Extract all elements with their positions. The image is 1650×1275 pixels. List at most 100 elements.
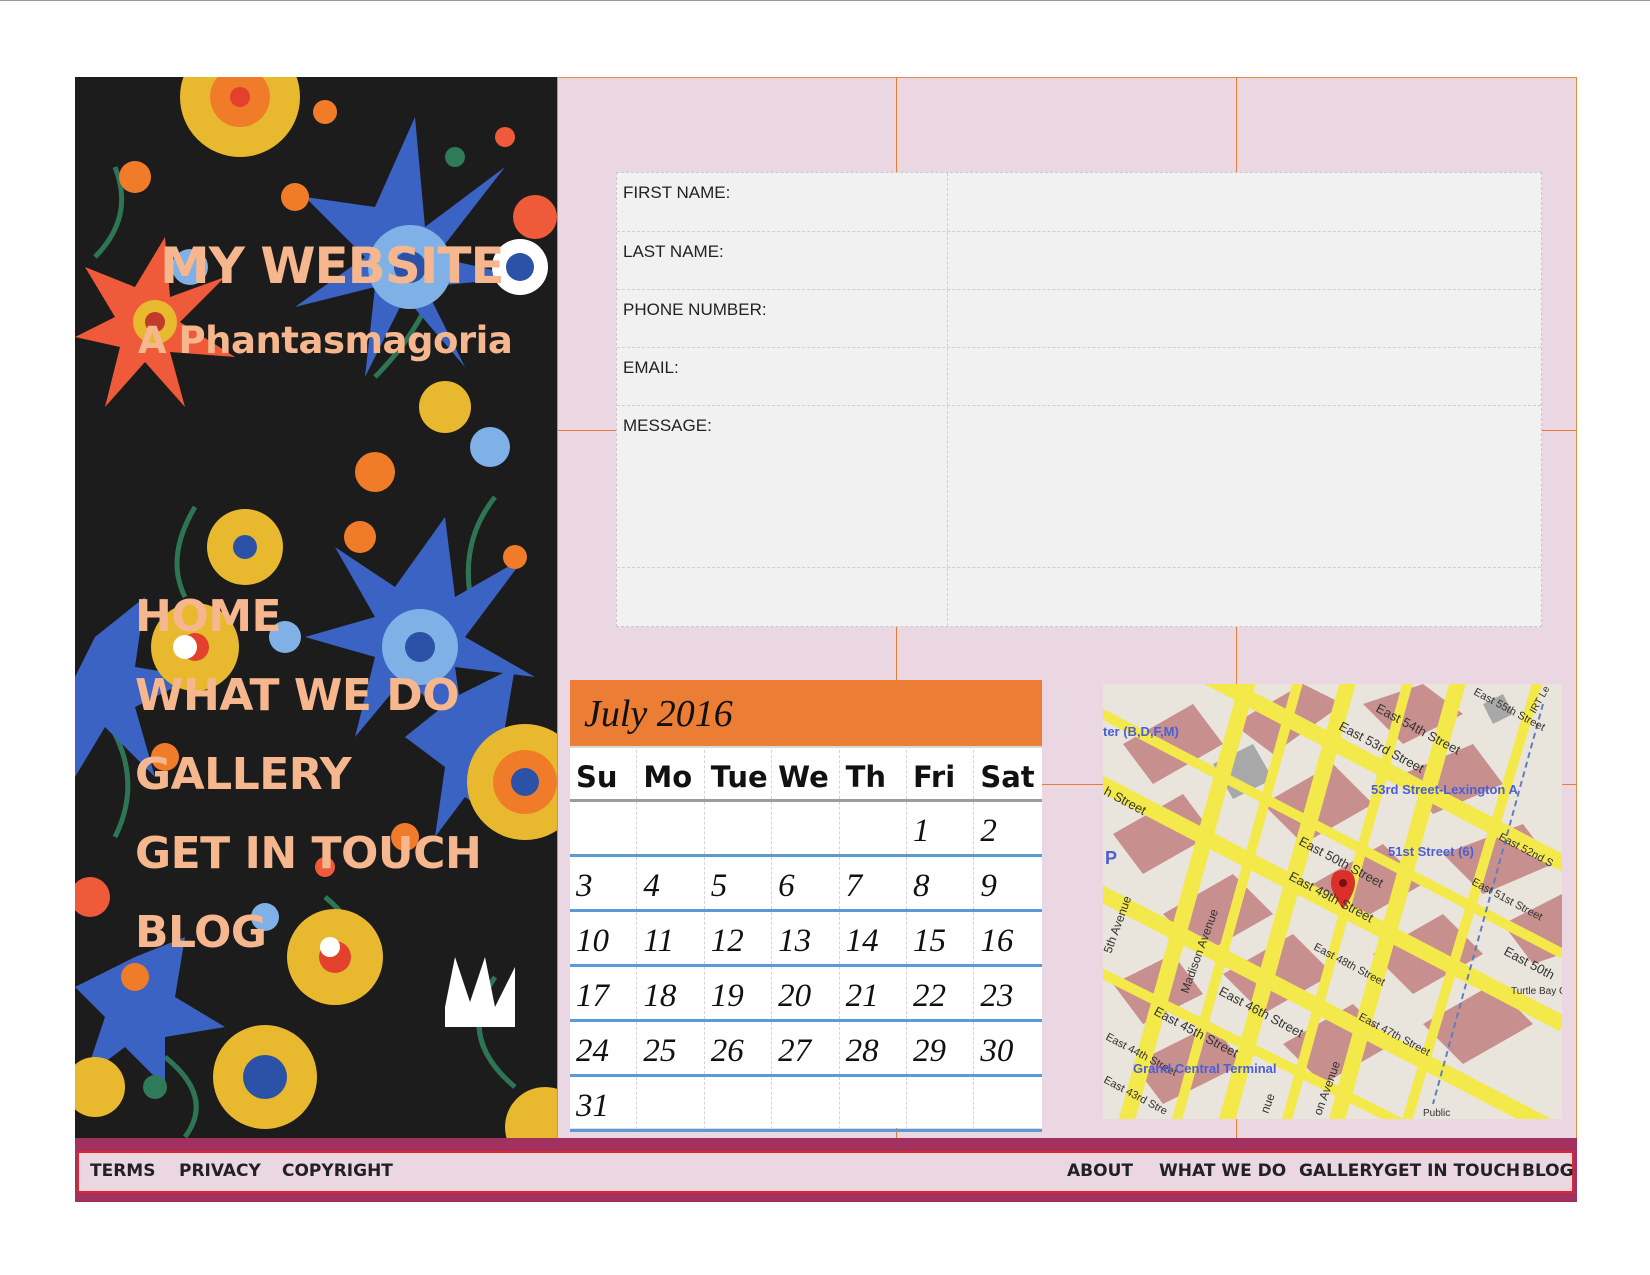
weekday-label: Th (840, 750, 907, 799)
message-field[interactable] (949, 407, 1540, 566)
page: MY WEBSITE A Phantasmagoria HOME WHAT WE… (0, 0, 1650, 1275)
nav-item-what-we-do[interactable]: WHAT WE DO (135, 656, 481, 735)
calendar-day-cell[interactable]: 3 (570, 857, 638, 909)
calendar-day-cell[interactable]: 18 (637, 967, 705, 1019)
calendar-header: July 2016 (570, 680, 1042, 748)
calendar-day-cell[interactable]: 14 (840, 912, 907, 964)
site-subtitle: A Phantasmagoria (138, 319, 513, 362)
calendar-day-cell[interactable]: 11 (637, 912, 705, 964)
calendar-day-cell[interactable]: 13 (772, 912, 840, 964)
calendar-day-cell[interactable]: 31 (570, 1077, 638, 1129)
map-transit-label: 51st Street (6) (1388, 844, 1474, 859)
guide-line (1562, 784, 1577, 785)
calendar-day-cell[interactable]: 12 (705, 912, 773, 964)
calendar-day-cell[interactable]: 25 (637, 1022, 705, 1074)
form-row-last-name: LAST NAME: (617, 232, 1541, 290)
calendar-day-cell[interactable]: 28 (840, 1022, 907, 1074)
calendar-day-cell (637, 1077, 705, 1129)
calendar-day-cell[interactable]: 4 (637, 857, 705, 909)
map-transit-label: Grand Central Terminal (1133, 1061, 1277, 1076)
calendar-day-cell[interactable]: 20 (772, 967, 840, 1019)
footer-link-what-we-do[interactable]: WHAT WE DO (1159, 1161, 1286, 1181)
calendar-week-row: 17 18 19 20 21 22 23 (570, 967, 1042, 1022)
calendar-day-cell (772, 1077, 840, 1129)
form-row-email: EMAIL: (617, 348, 1541, 406)
guide-line (1236, 77, 1237, 172)
weekday-label: Fri (907, 750, 975, 799)
weekday-label: We (772, 750, 840, 799)
nav-item-blog[interactable]: BLOG (135, 893, 481, 972)
calendar-day-cell[interactable]: 6 (772, 857, 840, 909)
calendar-day-cell[interactable]: 9 (974, 857, 1041, 909)
calendar-grid: Su Mo Tue We Th Fri Sat 1 2 3 4 5 6 7 8 9 10 11 12 1… (570, 750, 1042, 1132)
footer-link-terms[interactable]: TERMS (90, 1161, 155, 1181)
calendar-weekday-row: Su Mo Tue We Th Fri Sat (570, 750, 1042, 802)
guide-line (1042, 784, 1103, 785)
footer-link-gallery[interactable]: GALLERY (1299, 1161, 1384, 1181)
calendar-day-cell[interactable]: 1 (907, 802, 975, 854)
calendar-day-cell[interactable]: 26 (705, 1022, 773, 1074)
parking-icon: P (1105, 848, 1117, 868)
first-name-field[interactable] (949, 174, 1540, 230)
form-column-separator (947, 232, 948, 289)
footer-link-copyright[interactable]: COPYRIGHT (282, 1161, 393, 1181)
calendar-day-cell[interactable]: 2 (974, 802, 1041, 854)
form-column-separator (947, 348, 948, 405)
calendar-day-cell[interactable]: 10 (570, 912, 638, 964)
calendar-day-cell[interactable]: 30 (974, 1022, 1041, 1074)
calendar-day-cell (840, 802, 907, 854)
calendar-day-cell[interactable]: 27 (772, 1022, 840, 1074)
map-canvas: East 54th Street East 55th Street East 5… (1103, 684, 1562, 1119)
nav-item-home[interactable]: HOME (135, 577, 481, 656)
calendar-week-row: 12 (570, 802, 1042, 857)
calendar-day-cell[interactable]: 29 (907, 1022, 975, 1074)
calendar-day-cell[interactable]: 22 (907, 967, 975, 1019)
calendar-week-row: 24 25 26 27 28 29 30 (570, 1022, 1042, 1077)
guide-line (896, 627, 897, 680)
guide-line (896, 77, 897, 172)
email-label: EMAIL: (623, 358, 679, 377)
guide-line (557, 430, 616, 431)
email-field[interactable] (949, 349, 1540, 404)
form-column-separator (947, 173, 948, 231)
guide-line (1542, 430, 1577, 431)
map-label: Turtle Bay Gardens Historic District (1511, 986, 1562, 997)
calendar-day-cell[interactable]: 5 (705, 857, 773, 909)
nav-item-get-in-touch[interactable]: GET IN TOUCH (135, 814, 482, 893)
last-name-label: LAST NAME: (623, 242, 724, 261)
calendar-day-cell (840, 1077, 907, 1129)
calendar-month-title: July 2016 (584, 693, 733, 735)
phone-field[interactable] (949, 291, 1540, 346)
weekday-label: Sat (980, 760, 1035, 794)
calendar-day-cell[interactable]: 23 (974, 967, 1041, 1019)
weekday-label: Su (570, 750, 638, 799)
calendar-day-cell[interactable]: 15 (907, 912, 975, 964)
footer-link-about[interactable]: ABOUT (1067, 1161, 1133, 1181)
form-column-separator (947, 568, 948, 626)
calendar-day-cell[interactable]: 8 (907, 857, 975, 909)
calendar-day-cell (570, 802, 638, 854)
calendar-week-row: 31 (570, 1077, 1042, 1132)
location-map[interactable]: East 54th Street East 55th Street East 5… (1103, 684, 1562, 1119)
footer-link-blog[interactable]: BLOG (1522, 1161, 1574, 1181)
weekday-label: Tue (705, 750, 773, 799)
calendar-day-cell[interactable]: 16 (974, 912, 1041, 964)
calendar-day-cell[interactable]: 24 (570, 1022, 638, 1074)
calendar-day-cell[interactable]: 7 (840, 857, 907, 909)
calendar-day-cell[interactable]: 21 (840, 967, 907, 1019)
form-row-message: MESSAGE: (617, 406, 1541, 568)
footer-link-privacy[interactable]: PRIVACY (179, 1161, 261, 1181)
guide-line (1236, 1119, 1237, 1138)
message-label: MESSAGE: (623, 416, 712, 435)
calendar-week-row: 3456789 (570, 857, 1042, 912)
footer-nav: TERMS PRIVACY COPYRIGHT ABOUT WHAT WE DO… (77, 1151, 1574, 1193)
calendar-day-cell[interactable]: 17 (570, 967, 638, 1019)
footer-link-get-in-touch[interactable]: GET IN TOUCH (1384, 1161, 1520, 1181)
form-column-separator (947, 406, 948, 567)
last-name-field[interactable] (949, 233, 1540, 288)
weekday-label: Mo (637, 750, 705, 799)
calendar-day-cell (637, 802, 705, 854)
nav-item-gallery[interactable]: GALLERY (135, 735, 481, 814)
form-column-separator (947, 290, 948, 347)
calendar-day-cell[interactable]: 19 (705, 967, 773, 1019)
